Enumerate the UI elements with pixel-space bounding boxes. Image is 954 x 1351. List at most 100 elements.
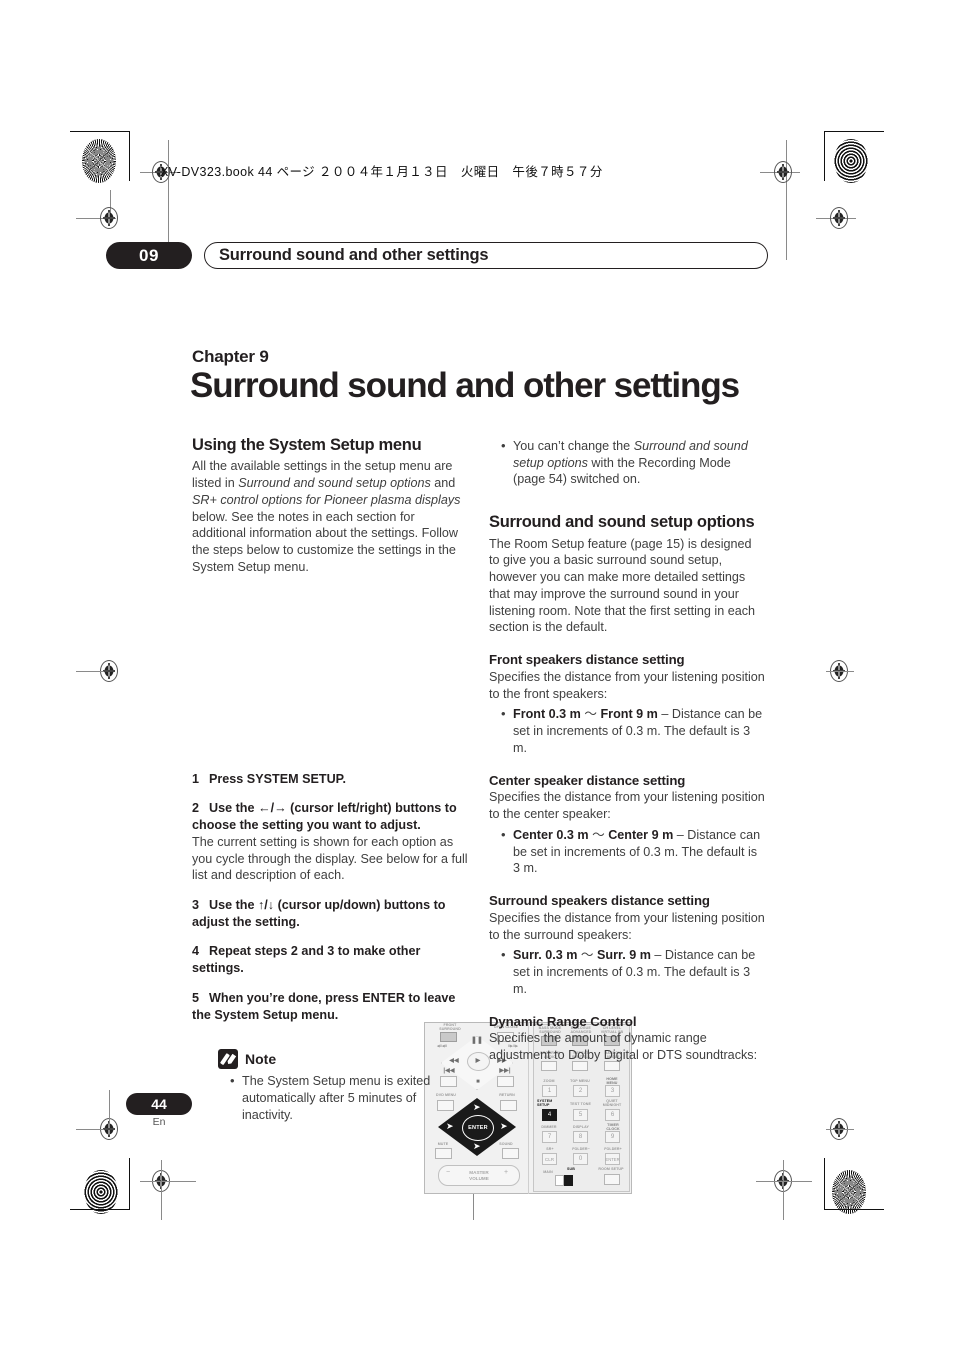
crop-mark-top-right bbox=[824, 131, 884, 181]
remote-icon-play: ▶ bbox=[475, 1058, 481, 1064]
right-column: You can’t change the Surround and sound … bbox=[489, 436, 765, 1064]
bullet-list-front-speakers: Front 0.3 m ～ Front 9 m – Distance can b… bbox=[489, 705, 765, 756]
bullet-front-speakers-range: Front 0.3 m ～ Front 9 m – Distance can b… bbox=[501, 705, 765, 756]
note-title: Note bbox=[245, 1051, 277, 1068]
remote-label-sound: SOUND bbox=[499, 1142, 513, 1146]
registration-guide-hline-left-mid bbox=[76, 671, 104, 672]
step-2-number: 2 bbox=[192, 801, 200, 816]
remote-button-enter-keypad: ENTER bbox=[605, 1153, 620, 1165]
step-2-text: Use the ←/→ (cursor left/right) buttons … bbox=[192, 801, 457, 833]
remote-label-slow-rev: ◀I/◀II bbox=[436, 1044, 448, 1048]
subsection-body-surround-speakers: Specifies the distance from your listeni… bbox=[489, 910, 765, 942]
registration-mark-top-right bbox=[774, 161, 792, 183]
center-range-max: Center 9 m bbox=[608, 827, 674, 842]
intro-paragraph: All the available settings in the setup … bbox=[192, 458, 468, 575]
running-head-title: Surround sound and other settings bbox=[219, 246, 489, 264]
remote-icon-next: ▶▶| bbox=[499, 1068, 511, 1074]
registration-mark-right-upper bbox=[830, 207, 848, 229]
registration-guide-vline-bottom-right bbox=[783, 1160, 784, 1220]
remote-label-mute: MUTE bbox=[437, 1142, 449, 1146]
remote-label-quiet-midnight: QUIET MIDNIGHT bbox=[602, 1099, 622, 1108]
registration-guide-hline-left-low bbox=[76, 1129, 104, 1130]
remote-label-sub: SUB bbox=[567, 1167, 575, 1171]
step-3: 3 Use the ↑/↓ (cursor up/down) buttons to… bbox=[192, 897, 468, 930]
remote-label-test-tone: TEST TONE bbox=[570, 1102, 592, 1106]
intro-italic-srplus-options: SR+ control options for Pioneer plasma d… bbox=[192, 492, 461, 507]
bullet-surround-speakers-range: Surr. 0.3 m ～ Surr. 9 m – Distance can b… bbox=[501, 946, 765, 997]
subsection-body-front-speakers: Specifies the distance from your listeni… bbox=[489, 669, 765, 701]
crop-mark-bottom-right bbox=[824, 1158, 884, 1210]
remote-cursor-right-arrow: ➤ bbox=[500, 1121, 508, 1131]
subsection-heading-dynamic-range-control: Dynamic Range Control bbox=[489, 1013, 637, 1029]
chapter-label: Chapter 9 bbox=[192, 347, 269, 366]
remote-label-front-surround: FRONT SURROUND bbox=[439, 1023, 461, 1032]
remote-label-dimmer: DIMMER bbox=[541, 1125, 557, 1129]
remote-button-mute bbox=[435, 1148, 452, 1159]
step-4-number: 4 bbox=[192, 944, 200, 959]
remote-icon-pause: ❚❚ bbox=[471, 1037, 483, 1044]
subsection-heading-center-speaker: Center speaker distance setting bbox=[489, 772, 686, 788]
running-head-chapter-number: 09 bbox=[106, 242, 192, 269]
note-bullet-item: The System Setup menu is exited automati… bbox=[230, 1072, 468, 1123]
step-4: 4 Repeat steps 2 and 3 to make other sett… bbox=[192, 943, 468, 976]
remote-button-num-7: 7 bbox=[542, 1131, 557, 1143]
remote-button-num-0: 0 bbox=[573, 1153, 588, 1165]
step-5-text: When you’re done, press ENTER to leave t… bbox=[192, 990, 456, 1022]
remote-button-next bbox=[497, 1076, 514, 1087]
step-3-number: 3 bbox=[192, 898, 200, 913]
intro-part-e: below. See the notes in each section for… bbox=[192, 509, 459, 574]
remote-label-zoom: ZOOM bbox=[543, 1079, 555, 1083]
registration-guide-hline-right-low bbox=[826, 1129, 854, 1130]
crop-mark-top-left bbox=[70, 131, 130, 181]
remote-switch-main bbox=[555, 1175, 564, 1186]
page-title: Surround sound and other settings bbox=[190, 366, 740, 405]
remote-label-return: RETURN bbox=[499, 1093, 515, 1097]
surr-range-tilde: ～ bbox=[577, 948, 597, 963]
book-file-header-line: XV-DV323.book 44 ページ ２００４年１月１３日 火曜日 午後７時… bbox=[160, 165, 603, 179]
page-language-code: En bbox=[152, 1116, 166, 1128]
registration-guide-hline-right-mid bbox=[826, 671, 854, 672]
remote-label-display: DISPLAY bbox=[573, 1125, 589, 1129]
step-1-number: 1 bbox=[192, 771, 200, 786]
subsection-heading-front-speakers: Front speakers distance setting bbox=[489, 652, 685, 668]
registration-guide-line-top-right bbox=[786, 140, 787, 260]
note-bullet-list: The System Setup menu is exited automati… bbox=[218, 1072, 468, 1123]
pencil-icon bbox=[218, 1049, 238, 1070]
registration-guide-hline-bottom-right bbox=[756, 1181, 812, 1182]
bullet-list-center-speaker: Center 0.3 m ～ Center 9 m – Distance can… bbox=[489, 826, 765, 877]
step-2: 2 Use the ←/→ (cursor left/right) buttons… bbox=[192, 800, 468, 884]
step-1: 1 Press SYSTEM SETUP. bbox=[192, 771, 468, 788]
intro-italic-surround-options: Surround and sound setup options bbox=[238, 476, 431, 491]
illustration-spacer bbox=[192, 576, 468, 758]
top-bullet-part-a: You can’t change the bbox=[513, 439, 634, 453]
remote-label-top-menu: TOP MENU bbox=[570, 1079, 590, 1083]
remote-button-room-setup bbox=[604, 1174, 620, 1185]
remote-button-return bbox=[500, 1100, 517, 1111]
intro-part-c: and bbox=[430, 476, 456, 491]
remote-label-main: MAIN bbox=[543, 1170, 553, 1174]
remote-button-sound bbox=[502, 1148, 519, 1159]
step-3-text: Use the ↑/↓ (cursor up/down) buttons to … bbox=[192, 898, 446, 929]
front-range-max: Front 9 m bbox=[600, 707, 658, 722]
top-note-bullet-list: You can’t change the Surround and sound … bbox=[489, 437, 765, 488]
remote-button-num-9: 9 bbox=[605, 1131, 620, 1143]
remote-label-folder-plus: FOLDER+ bbox=[604, 1147, 622, 1151]
subsection-body-dynamic-range-control: Specifies the amount of dynamic range ad… bbox=[489, 1031, 758, 1063]
registration-mark-left-upper bbox=[100, 207, 118, 229]
surr-range-max: Surr. 9 m bbox=[597, 948, 651, 963]
remote-label-room-setup: ROOM SETUP bbox=[598, 1167, 624, 1171]
section-heading-using-system-setup: Using the System Setup menu bbox=[192, 436, 422, 454]
remote-icon-rev-scan: ◀◀ bbox=[449, 1058, 459, 1064]
running-head-pill: Surround sound and other settings bbox=[204, 242, 768, 269]
bullet-list-surround-speakers: Surr. 0.3 m ～ Surr. 9 m – Distance can b… bbox=[489, 946, 765, 997]
registration-guide-hline-bottom-left bbox=[140, 1181, 196, 1182]
remote-label-home-menu: HOME MENU bbox=[606, 1077, 618, 1086]
remote-cursor-up-arrow: ➤ bbox=[473, 1102, 481, 1112]
remote-button-num-4-system-setup: 4 bbox=[542, 1109, 557, 1121]
subsection-heading-surround-speakers: Surround speakers distance setting bbox=[489, 893, 710, 909]
section-body-surround-sound-setup-options: The Room Setup feature (page 15) is desi… bbox=[489, 536, 756, 635]
step-4-text: Repeat steps 2 and 3 to make other setti… bbox=[192, 944, 421, 976]
section-heading-surround-sound-setup-options: Surround and sound setup options bbox=[489, 513, 755, 532]
remote-button-num-3: 3 bbox=[605, 1085, 620, 1097]
remote-label-timer-clock: TIMER CLOCK bbox=[606, 1123, 620, 1132]
